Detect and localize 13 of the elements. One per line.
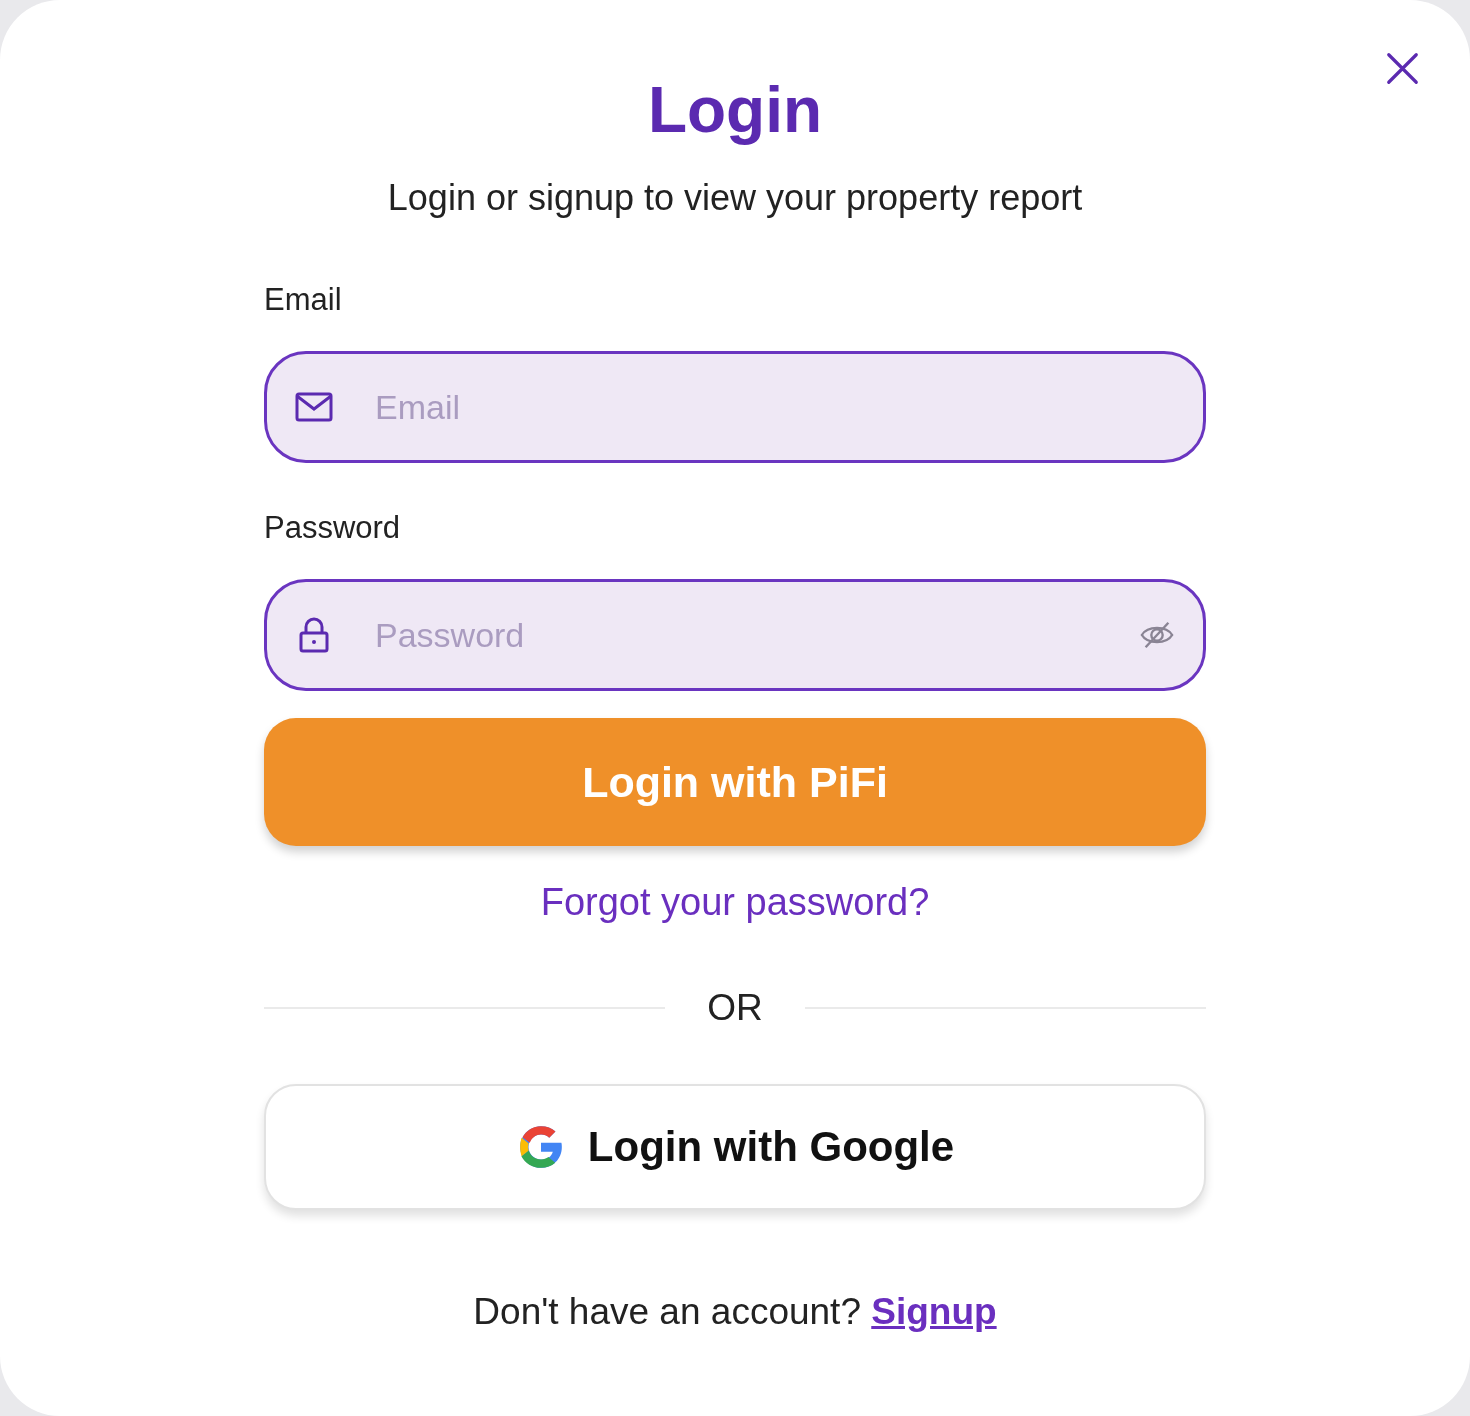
forgot-password-link[interactable]: Forgot your password? — [540, 878, 930, 926]
eye-slash-icon[interactable] — [1139, 620, 1175, 650]
close-icon[interactable] — [1386, 52, 1419, 85]
google-login-button[interactable]: Login with Google — [264, 1084, 1206, 1210]
signup-link[interactable]: Signup — [871, 1291, 997, 1332]
email-field[interactable]: Email — [264, 351, 1206, 463]
divider-text: OR — [707, 986, 763, 1030]
signup-prompt: Don't have an account? Signup — [473, 1290, 997, 1334]
dialog-title: Login — [647, 73, 823, 148]
password-field[interactable]: Password — [264, 579, 1206, 691]
field-label: Password — [264, 509, 401, 547]
field-label: Email — [264, 281, 342, 319]
dialog-subtitle: Login or signup to view your property report — [387, 176, 1083, 220]
